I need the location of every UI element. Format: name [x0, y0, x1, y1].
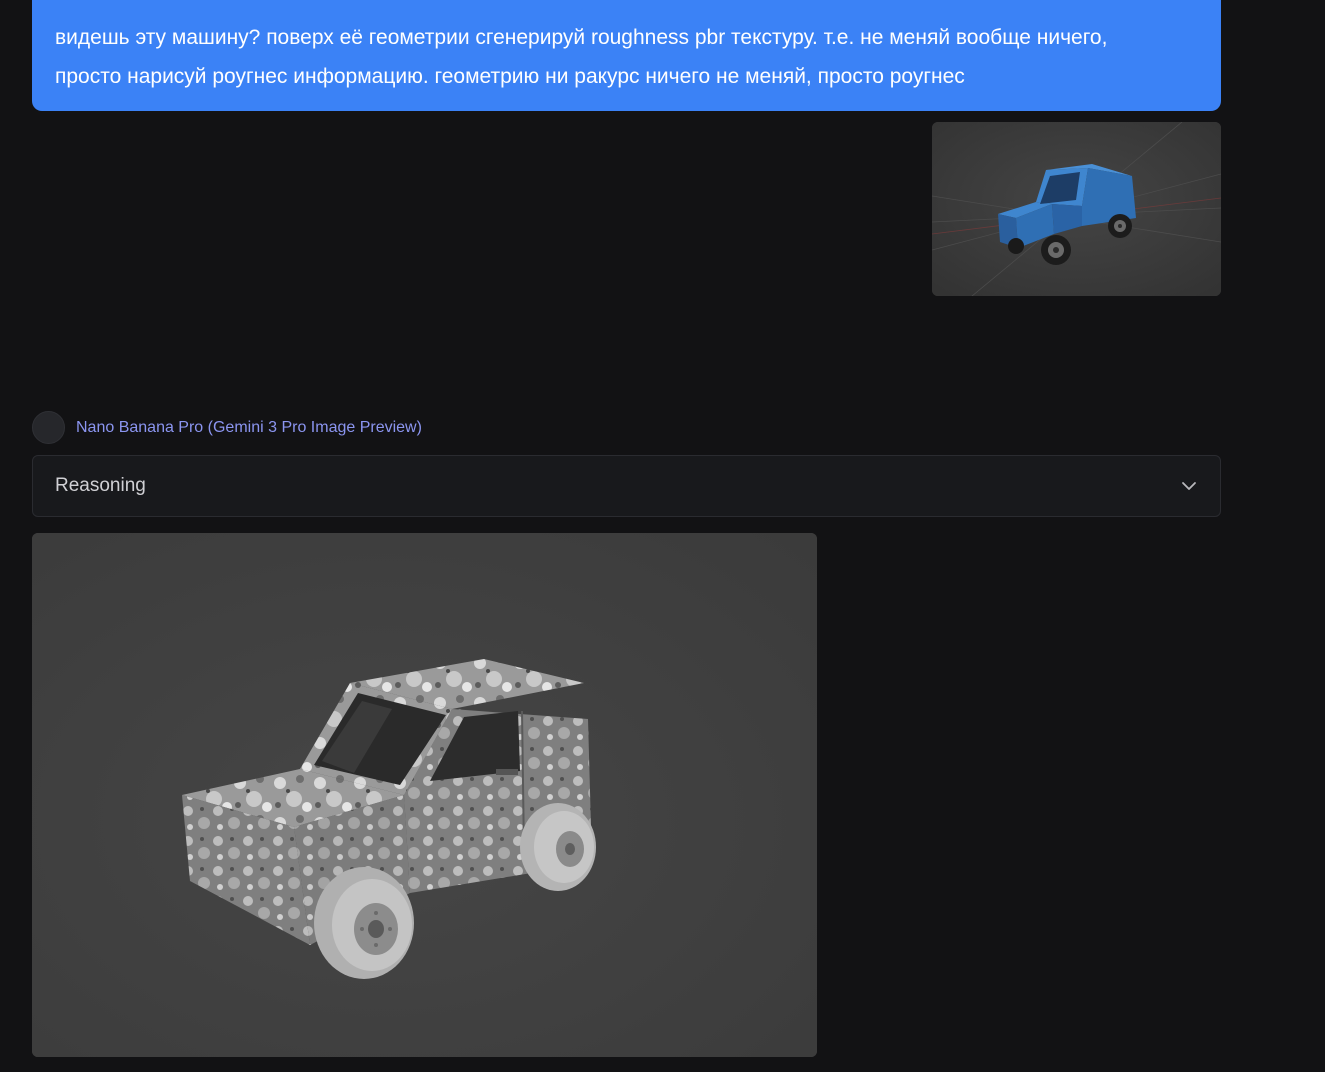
chevron-down-icon [1182, 482, 1196, 490]
attached-car-image[interactable] [932, 122, 1221, 296]
chat-page: видешь эту машину? поверх её геометрии с… [0, 0, 1325, 1072]
user-message-line-2: просто нарисуй роугнес информацию. геоме… [55, 65, 965, 88]
assistant-header: Nano Banana Pro (Gemini 3 Pro Image Prev… [32, 411, 422, 444]
user-message-bubble: видешь эту машину? поверх её геометрии с… [32, 0, 1221, 111]
blue-car-render [932, 122, 1221, 296]
reasoning-toggle[interactable]: Reasoning [32, 455, 1221, 517]
model-name-label[interactable]: Nano Banana Pro (Gemini 3 Pro Image Prev… [76, 419, 422, 437]
reasoning-label: Reasoning [55, 475, 146, 496]
user-message-line-1: видешь эту машину? поверх её геометрии с… [55, 26, 1108, 49]
roughness-car-render [32, 533, 817, 1057]
model-avatar [32, 411, 65, 444]
generated-roughness-image[interactable] [32, 533, 817, 1057]
